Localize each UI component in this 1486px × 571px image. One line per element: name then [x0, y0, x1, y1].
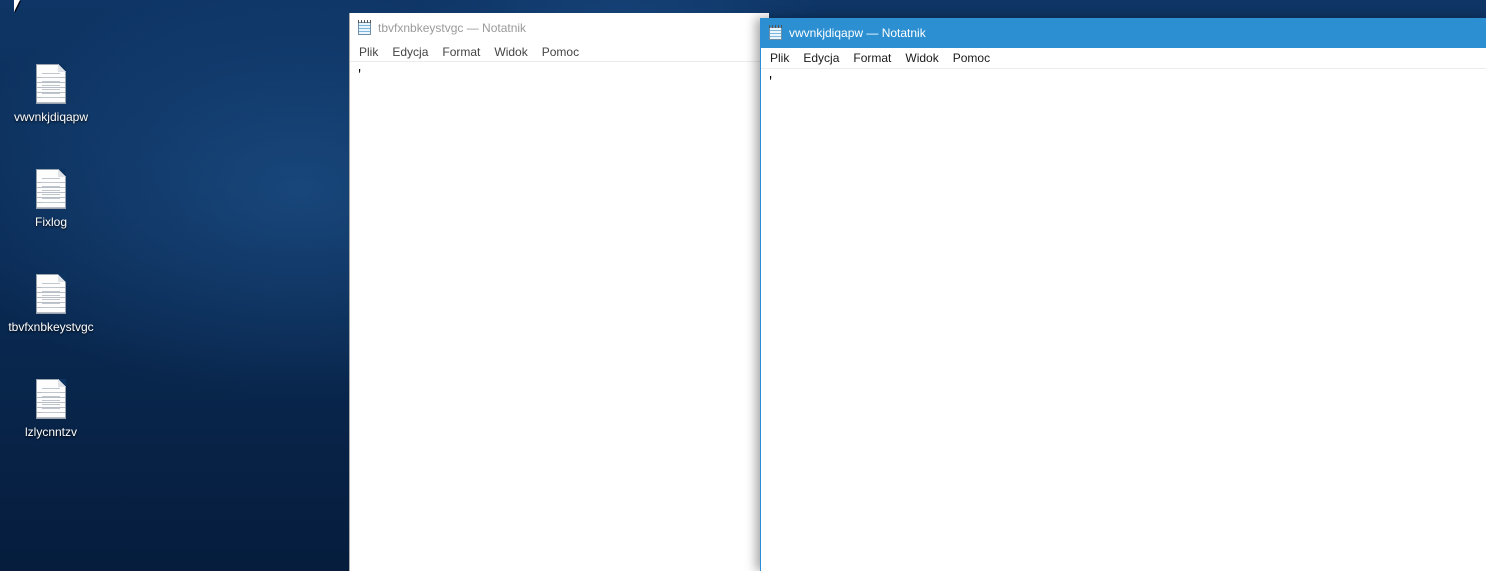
menu-pomoc[interactable]: Pomoc	[946, 49, 997, 67]
mouse-cursor-icon	[14, 0, 26, 12]
text-file-icon	[36, 64, 66, 104]
desktop: vwvnkjdiqapw Fixlog tbvfxnbkeystvgc lzly…	[0, 0, 1486, 571]
desktop-icon-vwvnkjdiqapw[interactable]: vwvnkjdiqapw	[3, 64, 99, 124]
desktop-icon-label: Fixlog	[34, 215, 67, 229]
editor-content: '	[356, 68, 364, 82]
editor-content: '	[767, 75, 775, 89]
text-file-icon	[36, 379, 66, 419]
notepad-icon	[769, 24, 782, 40]
text-editor-area[interactable]: '	[761, 69, 1486, 95]
desktop-icon-tbvfxnbkeystvgc[interactable]: tbvfxnbkeystvgc	[3, 274, 99, 334]
menu-bar: Plik Edycja Format Widok Pomoc	[761, 48, 1486, 69]
menu-pomoc[interactable]: Pomoc	[535, 43, 586, 61]
menu-plik[interactable]: Plik	[352, 43, 385, 61]
desktop-icon-label: tbvfxnbkeystvgc	[8, 320, 94, 334]
menu-bar: Plik Edycja Format Widok Pomoc	[350, 43, 769, 62]
title-bar[interactable]: vwvnkjdiqapw — Notatnik	[761, 18, 1486, 48]
menu-widok[interactable]: Widok	[898, 49, 945, 67]
text-editor-area[interactable]: '	[350, 62, 769, 88]
menu-edycja[interactable]: Edycja	[796, 49, 846, 67]
desktop-icon-fixlog[interactable]: Fixlog	[3, 169, 99, 229]
menu-widok[interactable]: Widok	[487, 43, 534, 61]
desktop-icon-label: vwvnkjdiqapw	[13, 110, 89, 124]
notepad-window-inactive[interactable]: tbvfxnbkeystvgc — Notatnik Plik Edycja F…	[349, 13, 769, 571]
menu-format[interactable]: Format	[846, 49, 898, 67]
menu-plik[interactable]: Plik	[763, 49, 796, 67]
text-file-icon	[36, 169, 66, 209]
window-title: tbvfxnbkeystvgc — Notatnik	[378, 21, 527, 35]
desktop-icon-lzlycnntzv[interactable]: lzlycnntzv	[3, 379, 99, 439]
title-bar[interactable]: tbvfxnbkeystvgc — Notatnik	[350, 13, 769, 43]
menu-edycja[interactable]: Edycja	[385, 43, 435, 61]
menu-format[interactable]: Format	[435, 43, 487, 61]
notepad-icon	[358, 19, 371, 35]
desktop-icon-label: lzlycnntzv	[24, 425, 77, 439]
window-title: vwvnkjdiqapw — Notatnik	[789, 26, 926, 40]
text-file-icon	[36, 274, 66, 314]
notepad-window-active[interactable]: vwvnkjdiqapw — Notatnik Plik Edycja Form…	[760, 18, 1486, 571]
